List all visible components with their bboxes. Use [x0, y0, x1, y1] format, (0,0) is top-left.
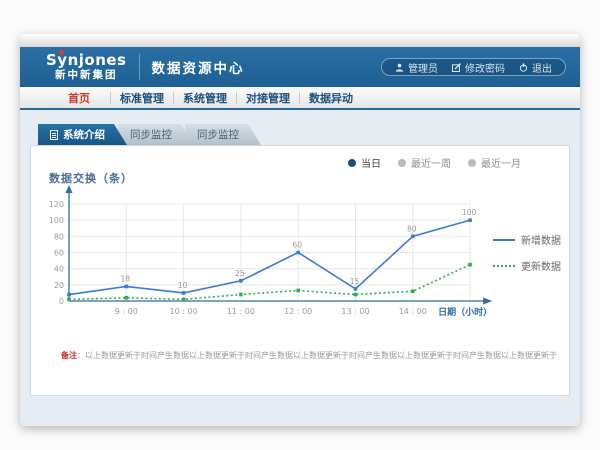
svg-text:80: 80 [54, 232, 64, 241]
svg-text:60: 60 [54, 249, 64, 258]
svg-text:12 : 00: 12 : 00 [284, 307, 312, 316]
user-toolbar: 管理员 修改密码 退出 [381, 58, 566, 76]
current-user-button[interactable]: 管理员 [395, 60, 438, 75]
svg-text:25: 25 [235, 269, 245, 278]
line-chart: 0 20 40 60 80 100 120 9 : 00 10 : 00 11 : 00 12 : … [41, 166, 521, 336]
change-password-button[interactable]: 修改密码 [452, 60, 505, 75]
svg-text:11 : 00: 11 : 00 [227, 307, 255, 316]
nav-item-home[interactable]: 首页 [48, 90, 110, 106]
app-header: Synjones 新中新集团 数据资源中心 管理员 修改密码 退出 [20, 47, 580, 87]
change-password-label: 修改密码 [465, 60, 505, 75]
tab-bar: 系统介绍 同步监控 同步监控 [38, 124, 261, 145]
logout-button[interactable]: 退出 [519, 60, 552, 75]
nav-item-standard-mgmt[interactable]: 标准管理 [111, 90, 173, 106]
x-axis-title: 日期（小时） [438, 306, 492, 318]
legend-label: 新增数据 [521, 232, 561, 247]
window-top-strip [20, 34, 580, 47]
svg-text:18: 18 [121, 274, 131, 283]
svg-text:9 : 00: 9 : 00 [115, 307, 138, 316]
content-area: 系统介绍 同步监控 同步监控 当日 最近一周 [20, 110, 580, 426]
nav-item-data-change[interactable]: 数据异动 [300, 90, 362, 106]
header-divider [139, 54, 140, 80]
tab-label: 系统介绍 [63, 127, 105, 142]
svg-text:10: 10 [178, 281, 188, 290]
svg-text:120: 120 [49, 200, 64, 209]
svg-text:15: 15 [350, 277, 360, 286]
tab-sync-monitor-2[interactable]: 同步监控 [185, 124, 261, 145]
logout-label: 退出 [532, 60, 552, 75]
svg-text:10 : 00: 10 : 00 [170, 307, 198, 316]
legend-item-update-data[interactable]: 更新数据 [493, 258, 561, 273]
tab-label: 同步监控 [197, 127, 239, 142]
svg-text:100: 100 [49, 216, 64, 225]
chart-grid: 0 20 40 60 80 100 120 [49, 200, 470, 306]
chart-legend: 新增数据 更新数据 [493, 232, 561, 273]
footnote-label: 备注 [61, 351, 77, 360]
legend-line-dotted-icon [493, 265, 515, 267]
tab-label: 同步监控 [130, 127, 172, 142]
tab-system-intro[interactable]: 系统介绍 [38, 124, 127, 145]
company-logo: Synjones 新中新集团 [46, 53, 127, 81]
legend-item-new-data[interactable]: 新增数据 [493, 232, 561, 247]
document-icon [50, 130, 58, 140]
svg-text:20: 20 [54, 281, 64, 290]
footnote: 备注：以上数据更新于时间产生数据以上数据更新于时间产生数据以上数据更新于时间产生… [61, 350, 559, 361]
nav-item-interface-mgmt[interactable]: 对接管理 [237, 90, 299, 106]
logo-text-en: Synjones [46, 53, 127, 68]
chart-axes: 9 : 00 10 : 00 11 : 00 12 : 00 13 : 00 14 : 0… [66, 185, 493, 318]
svg-text:80: 80 [407, 224, 417, 233]
svg-text:40: 40 [54, 265, 64, 274]
footnote-text: ：以上数据更新于时间产生数据以上数据更新于时间产生数据以上数据更新于时间产生数据… [77, 351, 557, 360]
app-window: Synjones 新中新集团 数据资源中心 管理员 修改密码 退出 首页 [20, 34, 580, 426]
svg-text:0: 0 [59, 297, 64, 306]
legend-line-solid-icon [493, 239, 515, 241]
svg-text:13 : 00: 13 : 00 [341, 307, 369, 316]
edit-icon [452, 63, 461, 72]
main-nav: 首页 标准管理 系统管理 对接管理 数据异动 [20, 87, 580, 110]
svg-text:100: 100 [462, 208, 477, 217]
page-title: 数据资源中心 [152, 57, 245, 77]
svg-text:14 : 00: 14 : 00 [399, 307, 427, 316]
tab-sync-monitor-1[interactable]: 同步监控 [118, 124, 194, 145]
current-user-label: 管理员 [408, 60, 438, 75]
user-icon [395, 63, 404, 72]
power-icon [519, 63, 528, 72]
svg-text:60: 60 [292, 241, 302, 250]
nav-item-system-mgmt[interactable]: 系统管理 [174, 90, 236, 106]
legend-label: 更新数据 [521, 258, 561, 273]
logo-wordmark: Synjones [46, 51, 127, 69]
chart-card: 当日 最近一周 最近一月 数据交换（条） 0204060801001209 : … [30, 145, 570, 396]
logo-text-cn: 新中新集团 [55, 70, 118, 81]
